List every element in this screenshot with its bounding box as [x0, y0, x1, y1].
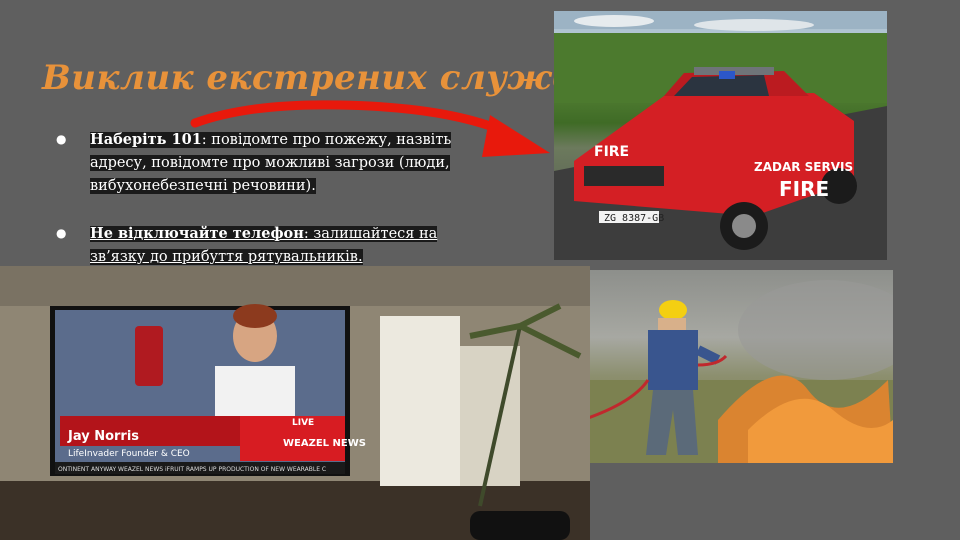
bullet-dot-icon: ●	[56, 132, 67, 146]
tv-ticker: ONTINENT ANYWAY WEAZEL NEWS iFRUIT RAMPS…	[58, 466, 326, 473]
tv-news-photo: Jay Norris LifeInvader Founder & CEO LIV…	[0, 266, 590, 540]
slide: Виклик екстрених служб ● Наберіть 101: п…	[0, 0, 960, 540]
car-plate: ZG 8387-GB	[604, 213, 664, 224]
tv-room-illustration: Jay Norris LifeInvader Founder & CEO LIV…	[0, 266, 590, 540]
grass-fire-photo	[548, 270, 893, 463]
car-side-text: ZADAR SERVIS	[754, 160, 853, 174]
fire-car-photo: FIRE ZADAR SERVIS FIRE ZG 8387-GB	[554, 11, 887, 260]
firefighter-illustration	[548, 280, 893, 463]
tv-brand: WEAZEL NEWS	[283, 438, 366, 449]
fire-car-illustration: FIRE ZADAR SERVIS FIRE ZG 8387-GB	[554, 11, 887, 260]
bullet-dot-icon: ●	[56, 226, 67, 240]
tv-person-title: LifeInvader Founder & CEO	[68, 449, 190, 459]
car-fire-text: FIRE	[779, 177, 829, 201]
tv-live-badge: LIVE	[292, 418, 314, 428]
bullet-bold: Не відключайте телефон	[90, 225, 304, 242]
slide-title: Виклик екстрених служб	[42, 58, 578, 98]
red-arrow-icon	[190, 100, 550, 157]
tv-person-name: Jay Norris	[67, 429, 139, 444]
bullet-bold: Наберіть 101	[90, 131, 202, 148]
bullet-item: ● Не відключайте телефон: залишайтеся на…	[56, 222, 456, 269]
svg-text:FIRE: FIRE	[594, 144, 629, 160]
